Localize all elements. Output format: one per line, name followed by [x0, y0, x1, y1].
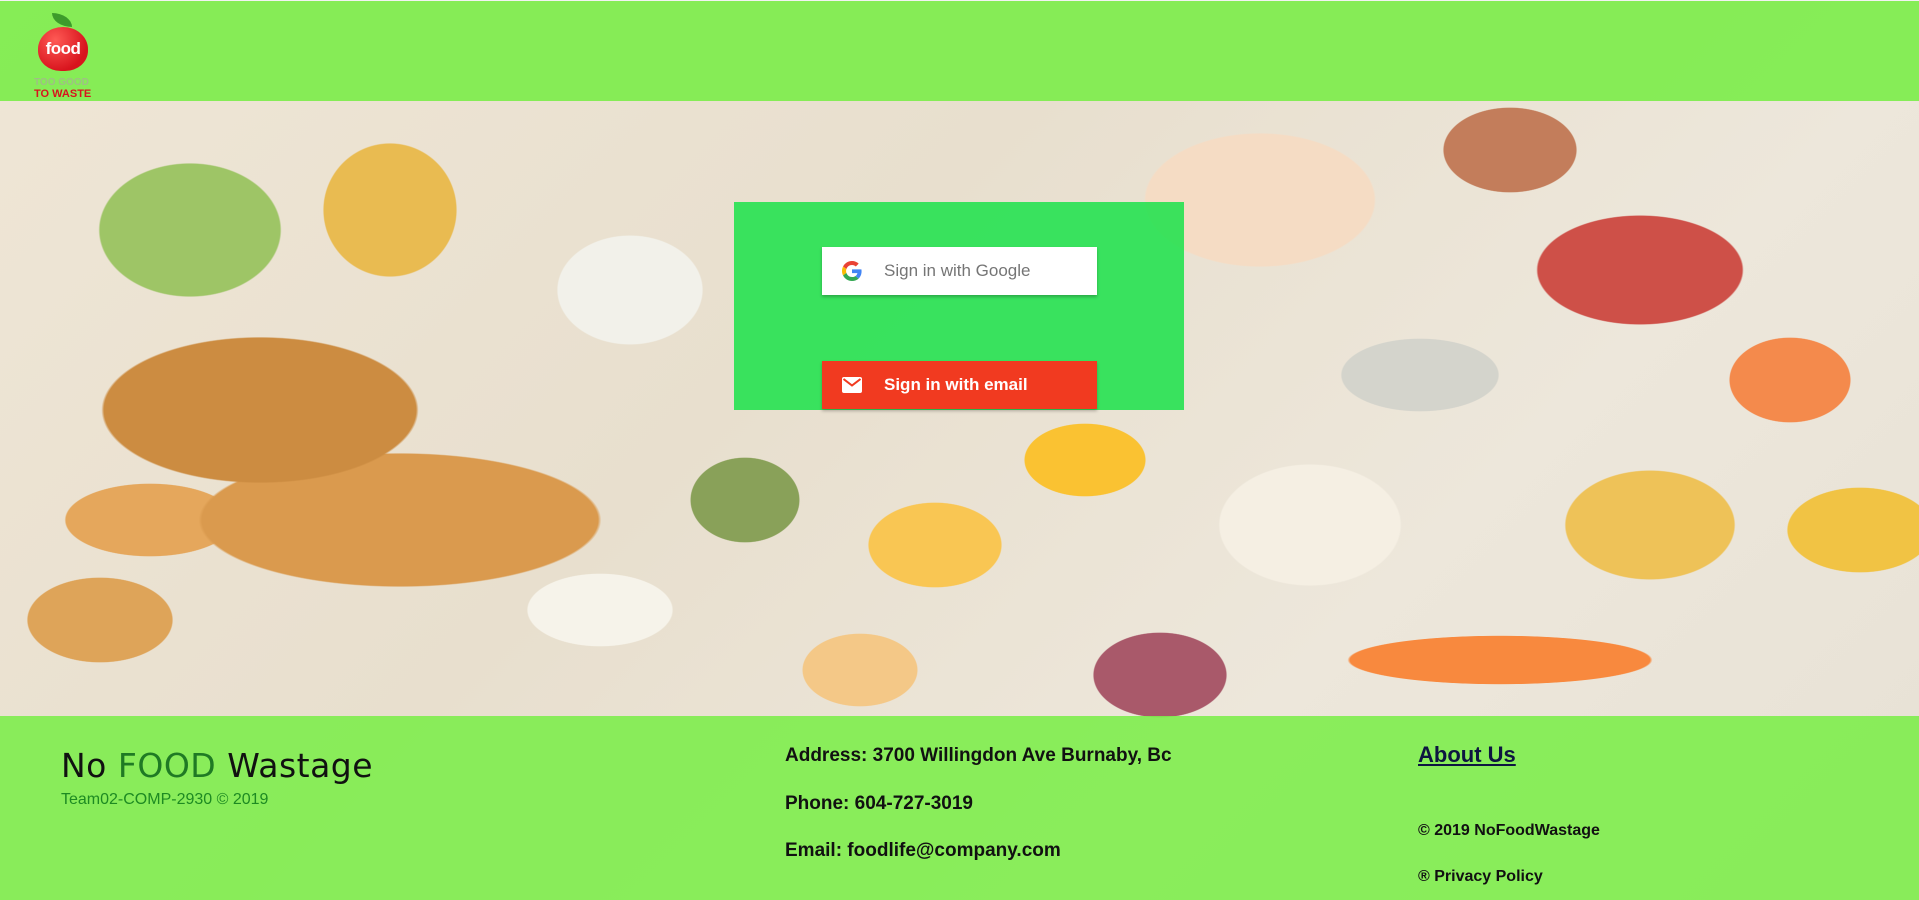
brand-prefix: No	[61, 746, 118, 785]
contact-phone: Phone: 604-727-3019	[785, 793, 973, 814]
sign-in-panel: Sign in with Google Sign in with email	[734, 202, 1184, 410]
envelope-icon	[840, 373, 864, 397]
brand-highlight: FOOD	[117, 746, 217, 785]
sign-in-email-label: Sign in with email	[884, 375, 1028, 394]
team-credit: Team02-COMP-2930 © 2019	[61, 791, 269, 808]
logo-leaf-icon	[52, 13, 72, 27]
sign-in-google-label: Sign in with Google	[884, 261, 1031, 280]
privacy-policy-link[interactable]: ® Privacy Policy	[1418, 868, 1543, 886]
footer-brand: No FOOD Wastage	[61, 746, 373, 785]
brand-suffix: Wastage	[216, 746, 374, 785]
sign-in-google-button[interactable]: Sign in with Google	[822, 247, 1097, 295]
contact-address: Address: 3700 Willingdon Ave Burnaby, Bc	[785, 745, 1172, 766]
sign-in-email-button[interactable]: Sign in with email	[822, 361, 1097, 409]
logo-word: food	[45, 39, 81, 58]
logo-tagline-line2: TO WASTE	[34, 88, 92, 100]
footer: No FOOD Wastage Team02-COMP-2930 © 2019 …	[0, 716, 1919, 900]
about-us-link[interactable]: About Us	[1418, 742, 1516, 768]
logo-tagline-line1: TOO GOOD	[34, 77, 89, 88]
site-logo[interactable]: food TOO GOOD TO WASTE	[30, 9, 110, 101]
google-g-icon	[840, 259, 864, 283]
contact-email: Email: foodlife@company.com	[785, 840, 1061, 861]
copyright-text: © 2019 NoFoodWastage	[1418, 822, 1600, 839]
top-bar: food TOO GOOD TO WASTE	[0, 0, 1919, 101]
